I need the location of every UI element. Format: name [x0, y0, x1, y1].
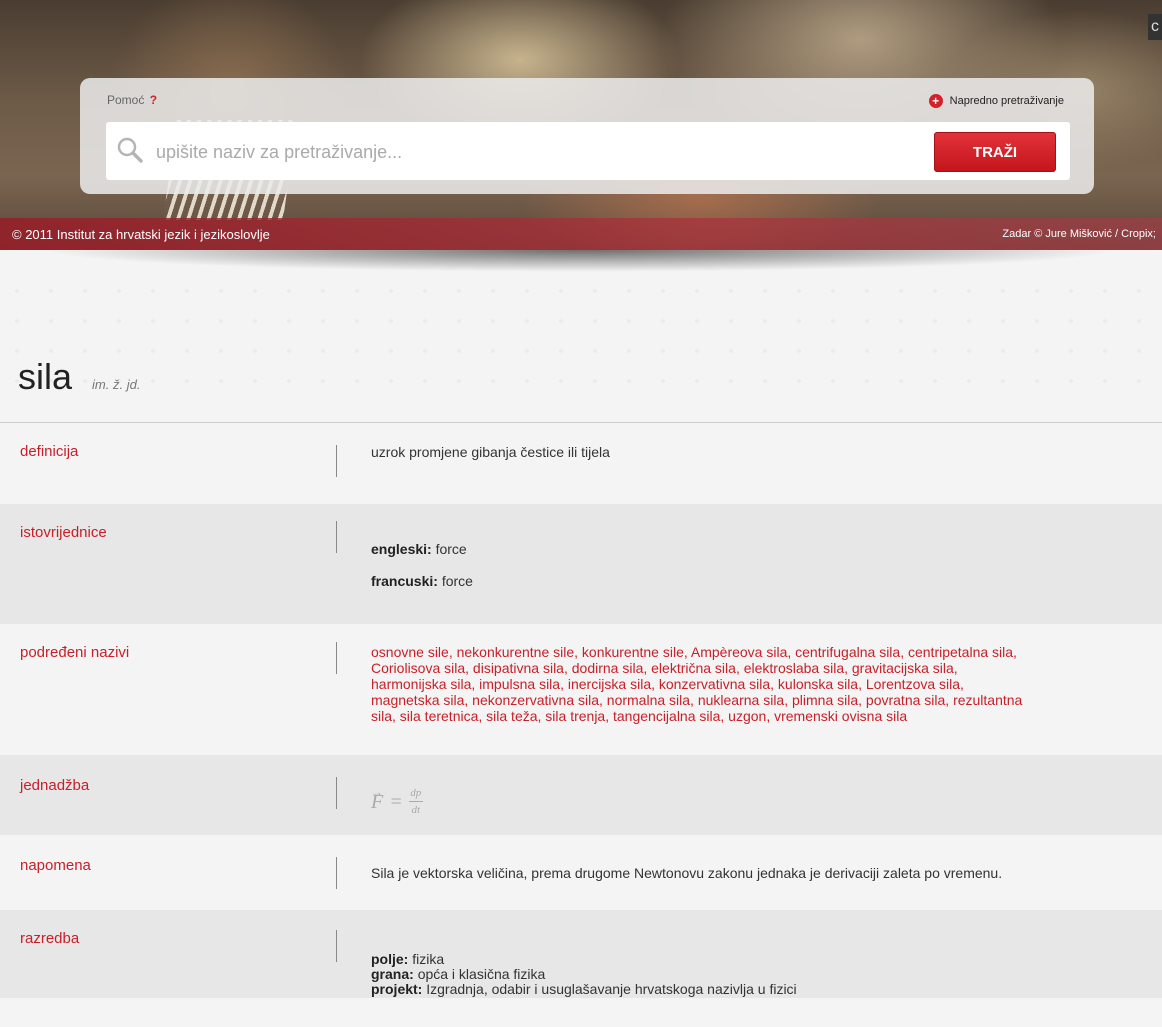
hero-shadow	[40, 250, 1120, 272]
row-label: definicija	[20, 443, 79, 460]
row-equivalents: istovrijednice engleski: force francuski…	[0, 504, 1162, 624]
equation-equals: =	[389, 790, 403, 813]
term-details: definicija uzrok promjene gibanja čestic…	[0, 423, 1162, 998]
equivalent-value: force	[435, 541, 467, 557]
equation-numerator: dp	[410, 787, 422, 799]
copyright-text: © 2011 Institut za hrvatski jezik i jezi…	[12, 227, 270, 242]
equivalent-value: force	[441, 573, 473, 589]
row-separator	[336, 930, 337, 962]
classification-key: grana:	[371, 966, 414, 982]
subordinate-line[interactable]: sila, sila teretnica, sila teža, sila tr…	[371, 708, 1022, 724]
advanced-search-link[interactable]: + Napredno pretraživanje	[928, 94, 1064, 108]
row-subordinate-terms: podređeni nazivi osnovne sile, nekonkure…	[0, 624, 1162, 755]
equivalent-lang: engleski:	[371, 541, 432, 557]
plus-icon: +	[928, 94, 943, 108]
classification-value: fizika	[412, 951, 445, 967]
row-label: razredba	[20, 930, 80, 947]
equivalent-english: engleski: force	[371, 541, 467, 557]
search-icon	[117, 137, 143, 163]
subordinate-terms-list[interactable]: osnovne sile, nekonkurentne sile, konkur…	[371, 644, 1022, 724]
equation-fraction: dp dt	[408, 785, 423, 818]
equivalent-lang: francuski:	[371, 573, 438, 589]
background-pattern	[0, 276, 1162, 406]
corner-icon[interactable]: c	[1148, 14, 1162, 40]
photo-credit: Zadar © Jure Mišković / Cropix;	[1002, 228, 1156, 240]
row-separator	[336, 857, 337, 889]
equivalent-french: francuski: force	[371, 573, 473, 589]
row-label: napomena	[20, 857, 91, 874]
term-heading: sila im. ž. jd.	[18, 356, 140, 398]
row-label: istovrijednice	[20, 524, 107, 541]
search-input[interactable]	[154, 138, 918, 166]
advanced-search-label: Napredno pretraživanje	[949, 95, 1064, 107]
classification-key: projekt:	[371, 981, 423, 997]
search-panel: Pomoć ? + Napredno pretraživanje TRAŽI	[80, 78, 1094, 194]
row-label: jednadžba	[20, 777, 90, 794]
hero-banner: c Pomoć ? + Napredno pretraživanje TRAŽI…	[0, 0, 1162, 250]
row-equation: jednadžba → F = dp dt	[0, 755, 1162, 835]
row-note: napomena Sila je vektorska veličina, pre…	[0, 835, 1162, 910]
equation: → F = dp dt	[371, 785, 423, 818]
classification-branch: grana: opća i klasična fizika	[371, 967, 797, 982]
help-label: Pomoć	[107, 93, 145, 107]
equation-denominator: dt	[411, 804, 420, 816]
subordinate-line[interactable]: osnovne sile, nekonkurentne sile, konkur…	[371, 644, 1022, 660]
vector-arrow: →	[371, 784, 383, 799]
definition-text: uzrok promjene gibanja čestice ili tijel…	[371, 444, 610, 460]
term-grammar: im. ž. jd.	[92, 377, 141, 392]
note-text: Sila je vektorska veličina, prema drugom…	[371, 865, 1003, 881]
subordinate-line[interactable]: Coriolisova sila, disipativna sila, dodi…	[371, 660, 1022, 676]
classification-list: polje: fizika grana: opća i klasična fiz…	[371, 952, 797, 997]
row-definition: definicija uzrok promjene gibanja čestic…	[0, 423, 1162, 504]
classification-project: projekt: Izgradnja, odabir i usuglašavan…	[371, 982, 797, 997]
search-button[interactable]: TRAŽI	[934, 132, 1056, 172]
equation-lhs: → F	[371, 785, 383, 812]
row-separator	[336, 521, 337, 553]
subordinate-line[interactable]: harmonijska sila, impulsna sila, inercij…	[371, 676, 1022, 692]
classification-field: polje: fizika	[371, 952, 797, 967]
credit-bar: © 2011 Institut za hrvatski jezik i jezi…	[0, 218, 1162, 250]
subordinate-line[interactable]: magnetska sila, nekonzervativna sila, no…	[371, 692, 1022, 708]
row-separator	[336, 642, 337, 674]
row-separator	[336, 777, 337, 809]
term-word: sila	[18, 356, 73, 397]
help-question-icon: ?	[149, 93, 158, 107]
row-label: podređeni nazivi	[20, 644, 130, 661]
classification-key: polje:	[371, 951, 409, 967]
search-box: TRAŽI	[106, 122, 1070, 180]
help-link[interactable]: Pomoć ?	[107, 93, 157, 107]
classification-value: Izgradnja, odabir i usuglašavanje hrvats…	[426, 981, 797, 997]
classification-value: opća i klasična fizika	[417, 966, 546, 982]
row-separator	[336, 445, 337, 477]
row-classification: razredba polje: fizika grana: opća i kla…	[0, 910, 1162, 998]
